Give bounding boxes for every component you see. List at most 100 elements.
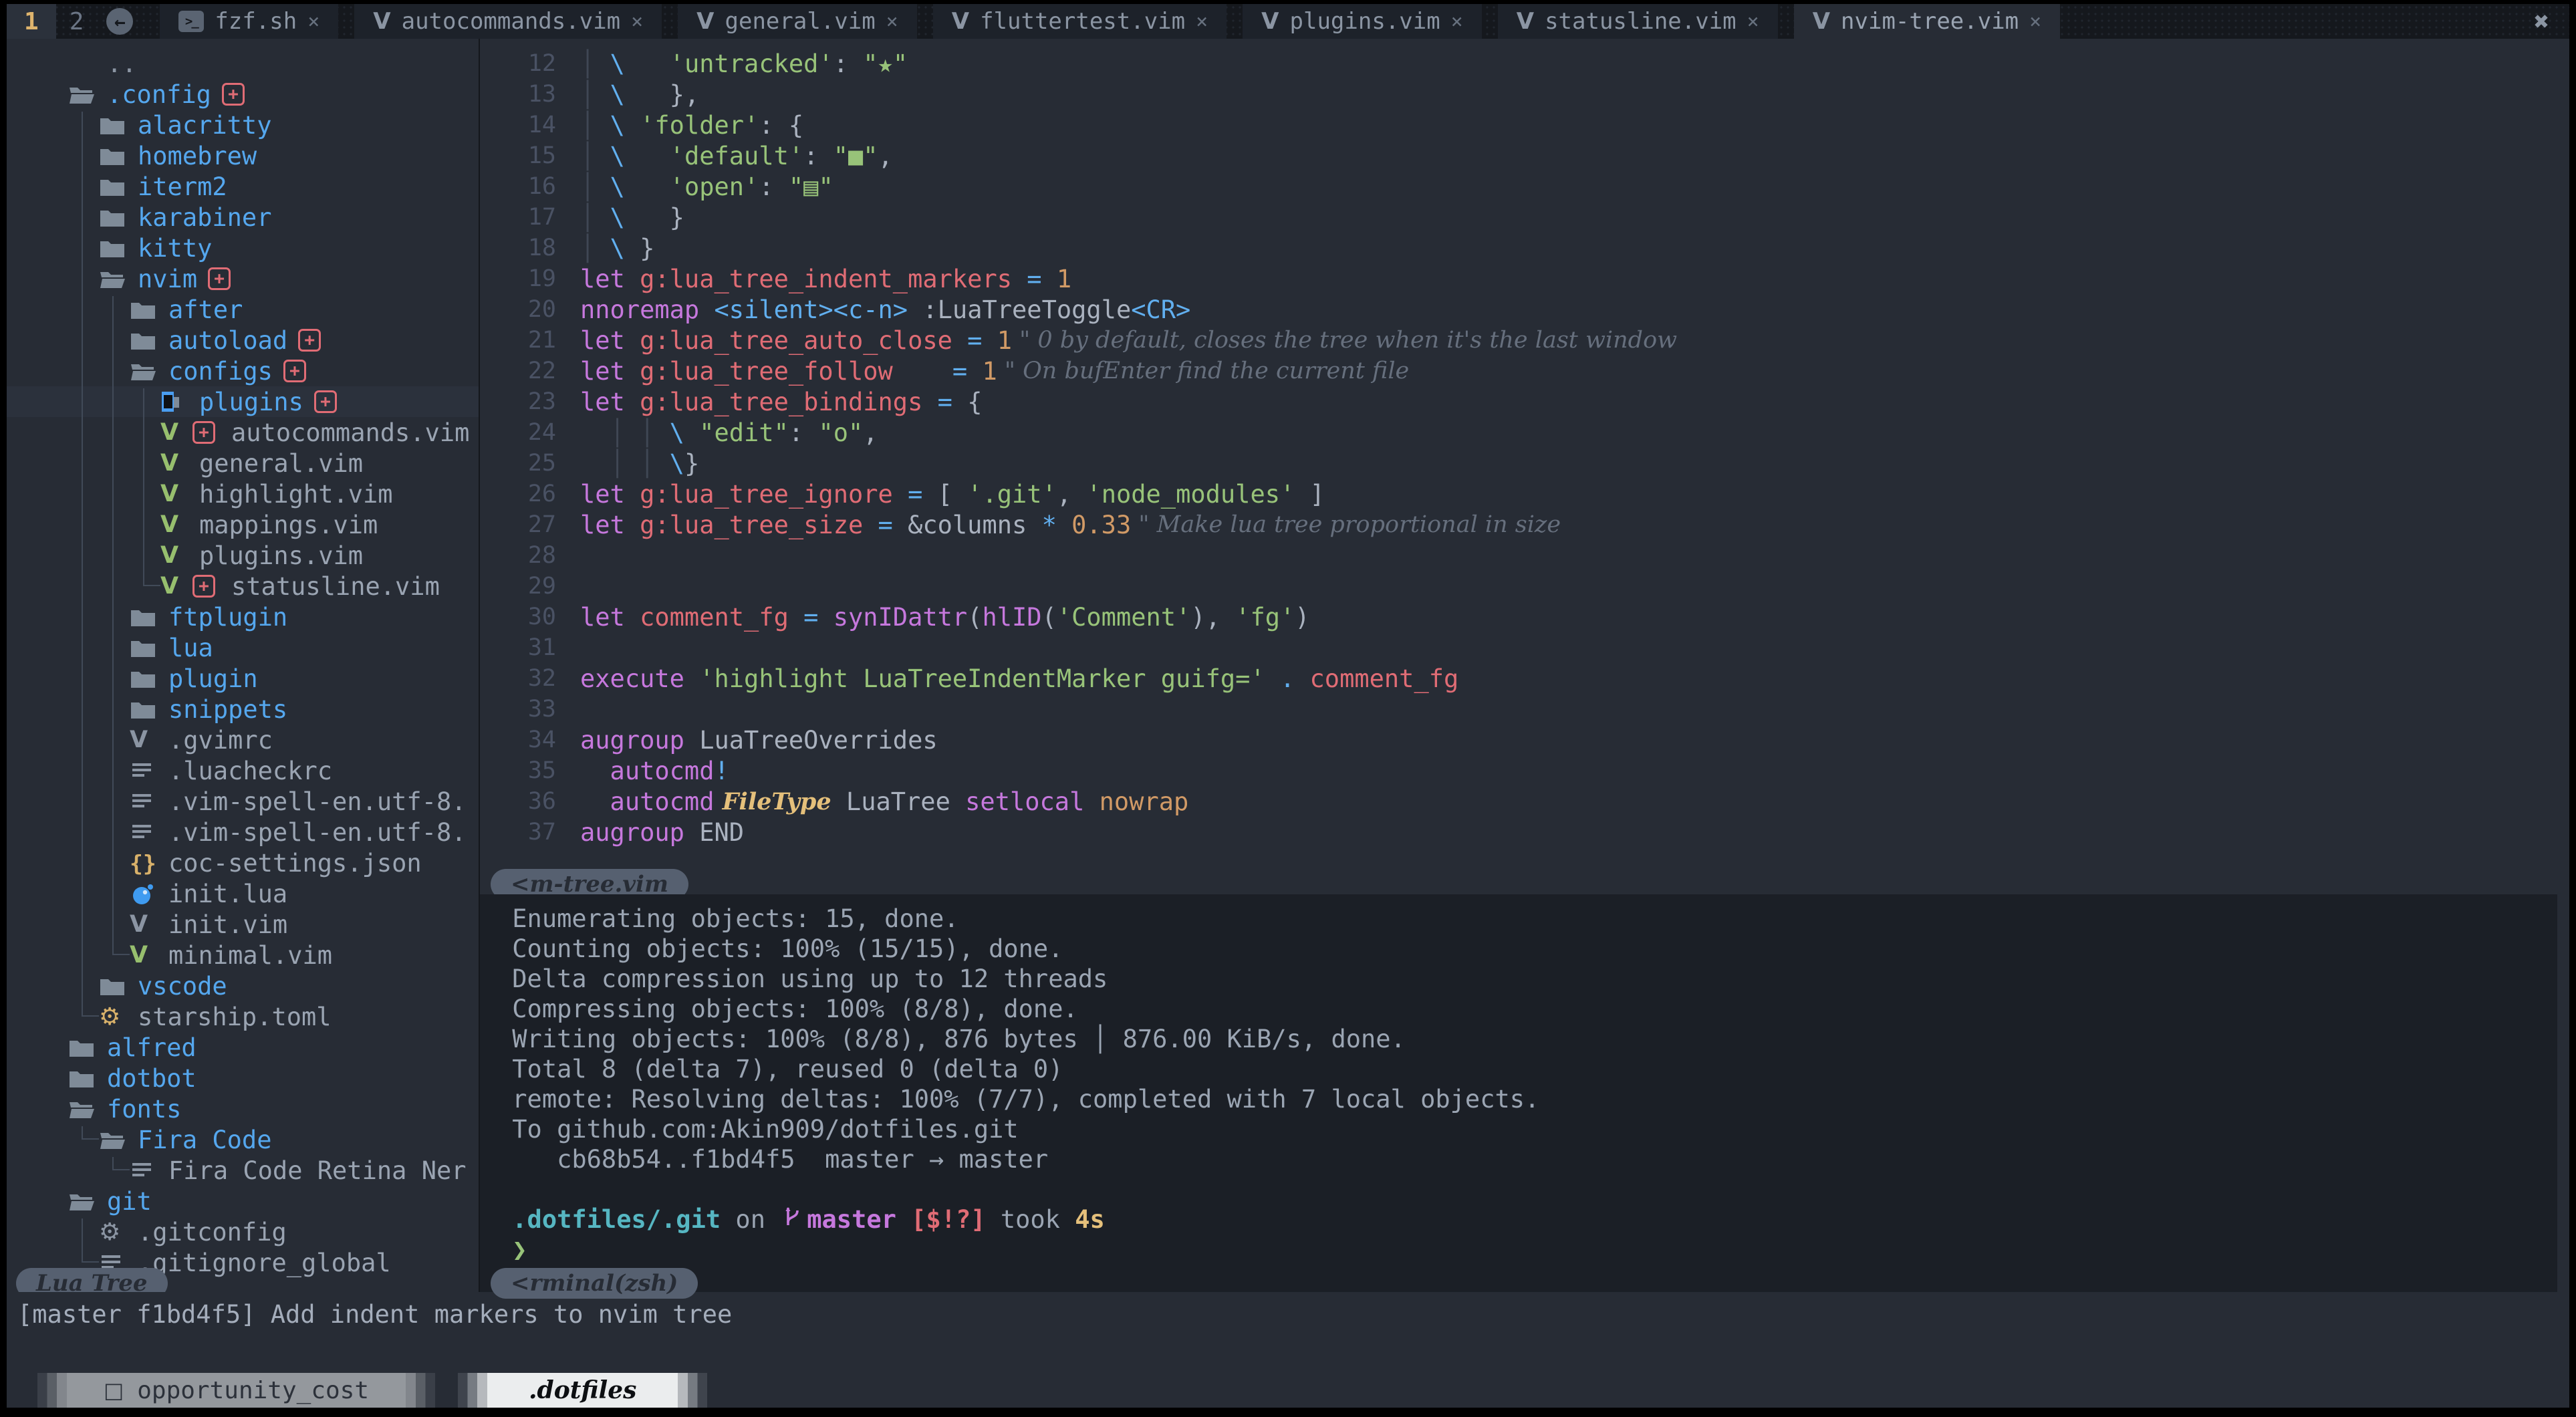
tree-item-homebrew[interactable]: homebrew bbox=[7, 140, 479, 171]
tree-item-alacritty[interactable]: alacritty bbox=[7, 110, 479, 140]
tree-indent-guide bbox=[112, 296, 114, 955]
tab-autocommands.vim[interactable]: Vautocommands.vim× bbox=[354, 4, 662, 39]
folder-closed-icon bbox=[99, 144, 131, 167]
tmux-window-label: □opportunity_cost bbox=[67, 1373, 406, 1408]
back-arrow-icon[interactable]: ← bbox=[106, 8, 133, 35]
tree-item-iterm2[interactable]: iterm2 bbox=[7, 171, 479, 202]
tmux-window-dotfiles[interactable]: .dotfiles bbox=[458, 1373, 707, 1408]
tree-item-general.vim[interactable]: Vgeneral.vim bbox=[7, 448, 479, 479]
folder-closed-icon bbox=[130, 667, 162, 690]
tab-fluttertest.vim[interactable]: Vfluttertest.vim× bbox=[933, 4, 1227, 39]
tab-label: plugins.vim bbox=[1290, 8, 1440, 35]
tab-close-icon[interactable]: × bbox=[307, 10, 319, 33]
tree-item-init.lua[interactable]: init.lua bbox=[7, 878, 479, 909]
lines-icon bbox=[130, 790, 162, 813]
tree-item-plugins.vim[interactable]: Vplugins.vim bbox=[7, 540, 479, 571]
tree-item-mappings.vim[interactable]: Vmappings.vim bbox=[7, 509, 479, 540]
git-untracked-badge-icon: + bbox=[314, 390, 337, 413]
vim-file-icon: V bbox=[160, 450, 192, 477]
tree-item-label: coc-settings.json bbox=[168, 849, 422, 878]
tree-item-autocommands.vim[interactable]: V+autocommands.vim bbox=[7, 417, 479, 448]
tree-item-starship.toml[interactable]: ⚙starship.toml bbox=[7, 1001, 479, 1032]
tree-item-..[interactable]: .. bbox=[7, 48, 479, 79]
tab-close-icon[interactable]: × bbox=[1451, 10, 1463, 33]
tree-item-label: .luacheckrc bbox=[168, 757, 332, 785]
line-number: 36 bbox=[480, 788, 580, 815]
editor-pane[interactable]: 12│ \ 'untracked': "★"13│ \ },14│ \ 'fol… bbox=[480, 39, 2569, 894]
tree-item-snippets[interactable]: snippets bbox=[7, 694, 479, 725]
tree-item-plugin[interactable]: plugin bbox=[7, 663, 479, 694]
tab-plugins.vim[interactable]: Vplugins.vim× bbox=[1243, 4, 1482, 39]
tab-close-icon[interactable]: × bbox=[1747, 10, 1759, 33]
tab-label: statusline.vim bbox=[1545, 8, 1736, 35]
tree-item-.gvimrc[interactable]: V.gvimrc bbox=[7, 725, 479, 755]
folder-closed-icon bbox=[99, 206, 131, 229]
tree-item-configs[interactable]: configs+ bbox=[7, 356, 479, 386]
tree-item-lua[interactable]: lua bbox=[7, 632, 479, 663]
line-number: 31 bbox=[480, 634, 580, 661]
line-number: 15 bbox=[480, 142, 580, 169]
tree-indent-guide bbox=[114, 1169, 130, 1170]
tree-item-nvim[interactable]: nvim+ bbox=[7, 263, 479, 294]
segment-fade bbox=[37, 1373, 67, 1408]
tab-close-icon[interactable]: × bbox=[2029, 10, 2041, 33]
tab-number-2[interactable]: 2 bbox=[56, 4, 98, 39]
tmux-window-opportunity_cost[interactable]: □opportunity_cost bbox=[37, 1373, 435, 1408]
tree-item-.luacheckrc[interactable]: .luacheckrc bbox=[7, 755, 479, 786]
tree-item-.gitconfig[interactable]: ⚙.gitconfig bbox=[7, 1216, 479, 1247]
close-all-icon[interactable]: ✖ bbox=[2514, 4, 2569, 39]
tree-item-label: Fira Code bbox=[138, 1126, 271, 1154]
tree-item-git[interactable]: git bbox=[7, 1186, 479, 1216]
file-tree-pane[interactable]: Lua Tree ...config+alacrittyhomebrewiter… bbox=[7, 39, 479, 1292]
tree-item-init.vim[interactable]: Vinit.vim bbox=[7, 909, 479, 940]
tree-item-dotbot[interactable]: dotbot bbox=[7, 1063, 479, 1093]
cursor-folder-icon bbox=[160, 390, 192, 413]
terminal-statusline-pill: <rminal(zsh) bbox=[491, 1268, 698, 1299]
tree-item-ftplugin[interactable]: ftplugin bbox=[7, 602, 479, 632]
tree-item-highlight.vim[interactable]: Vhighlight.vim bbox=[7, 479, 479, 509]
line-number: 20 bbox=[480, 296, 580, 323]
tab-fzf.sh[interactable]: >_fzf.sh× bbox=[160, 4, 338, 39]
tab-label: fluttertest.vim bbox=[980, 8, 1185, 35]
tab-label: fzf.sh bbox=[215, 8, 297, 35]
tab-number-active[interactable]: 1 bbox=[7, 4, 56, 39]
tree-item-kitty[interactable]: kitty bbox=[7, 233, 479, 263]
tab-statusline.vim[interactable]: Vstatusline.vim× bbox=[1498, 4, 1778, 39]
line-number: 13 bbox=[480, 81, 580, 108]
tree-item-karabiner[interactable]: karabiner bbox=[7, 202, 479, 233]
tree-item-Fira Code Retina Ner[interactable]: Fira Code Retina Ner bbox=[7, 1155, 479, 1186]
folder-closed-icon bbox=[68, 1036, 100, 1059]
code-line: 36 autocmd FileType LuaTree setlocal now… bbox=[480, 786, 2569, 817]
main-area: Lua Tree ...config+alacrittyhomebrewiter… bbox=[7, 39, 2569, 1292]
tree-item-.config[interactable]: .config+ bbox=[7, 79, 479, 110]
tree-item-after[interactable]: after bbox=[7, 294, 479, 325]
tree-item-alfred[interactable]: alfred bbox=[7, 1032, 479, 1063]
tree-item-Fira Code[interactable]: Fira Code bbox=[7, 1124, 479, 1155]
tab-close-icon[interactable]: × bbox=[1196, 10, 1208, 33]
tree-item-.vim-spell-en.utf-8.[interactable]: .vim-spell-en.utf-8. bbox=[7, 786, 479, 817]
tree-item-.vim-spell-en.utf-8.[interactable]: .vim-spell-en.utf-8. bbox=[7, 817, 479, 848]
code-line: 20nnoremap <silent><c-n> :LuaTreeToggle<… bbox=[480, 294, 2569, 325]
tree-item-label: plugins bbox=[199, 388, 303, 416]
tree-item-statusline.vim[interactable]: V+statusline.vim bbox=[7, 571, 479, 602]
tab-nvim-tree.vim[interactable]: Vnvim-tree.vim× bbox=[1794, 4, 2061, 39]
line-number: 35 bbox=[480, 757, 580, 784]
tree-item-plugins[interactable]: plugins + bbox=[7, 386, 479, 417]
tmux-status-bar: □opportunity_cost .dotfiles bbox=[7, 1373, 2569, 1408]
tree-item-coc-settings.json[interactable]: {}coc-settings.json bbox=[7, 848, 479, 878]
tree-item-vscode[interactable]: vscode bbox=[7, 971, 479, 1001]
folder-open-icon bbox=[68, 1190, 100, 1212]
tab-close-icon[interactable]: × bbox=[631, 10, 643, 33]
code-line: 30let comment_fg = synIDattr(hlID('Comme… bbox=[480, 602, 2569, 632]
tree-item-fonts[interactable]: fonts bbox=[7, 1093, 479, 1124]
gear-icon: ⚙ bbox=[99, 1218, 131, 1246]
vim-icon: V bbox=[1813, 8, 1830, 35]
tree-indent-guide bbox=[82, 1218, 83, 1263]
vim-file-icon: V bbox=[130, 942, 162, 969]
tree-item-autoload[interactable]: autoload+ bbox=[7, 325, 479, 356]
tab-general.vim[interactable]: Vgeneral.vim× bbox=[678, 4, 917, 39]
tree-item-minimal.vim[interactable]: Vminimal.vim bbox=[7, 940, 479, 971]
terminal-pane[interactable]: Enumerating objects: 15, done. Counting … bbox=[480, 894, 2557, 1292]
code-line: 35 autocmd! bbox=[480, 755, 2569, 786]
tab-close-icon[interactable]: × bbox=[886, 10, 898, 33]
